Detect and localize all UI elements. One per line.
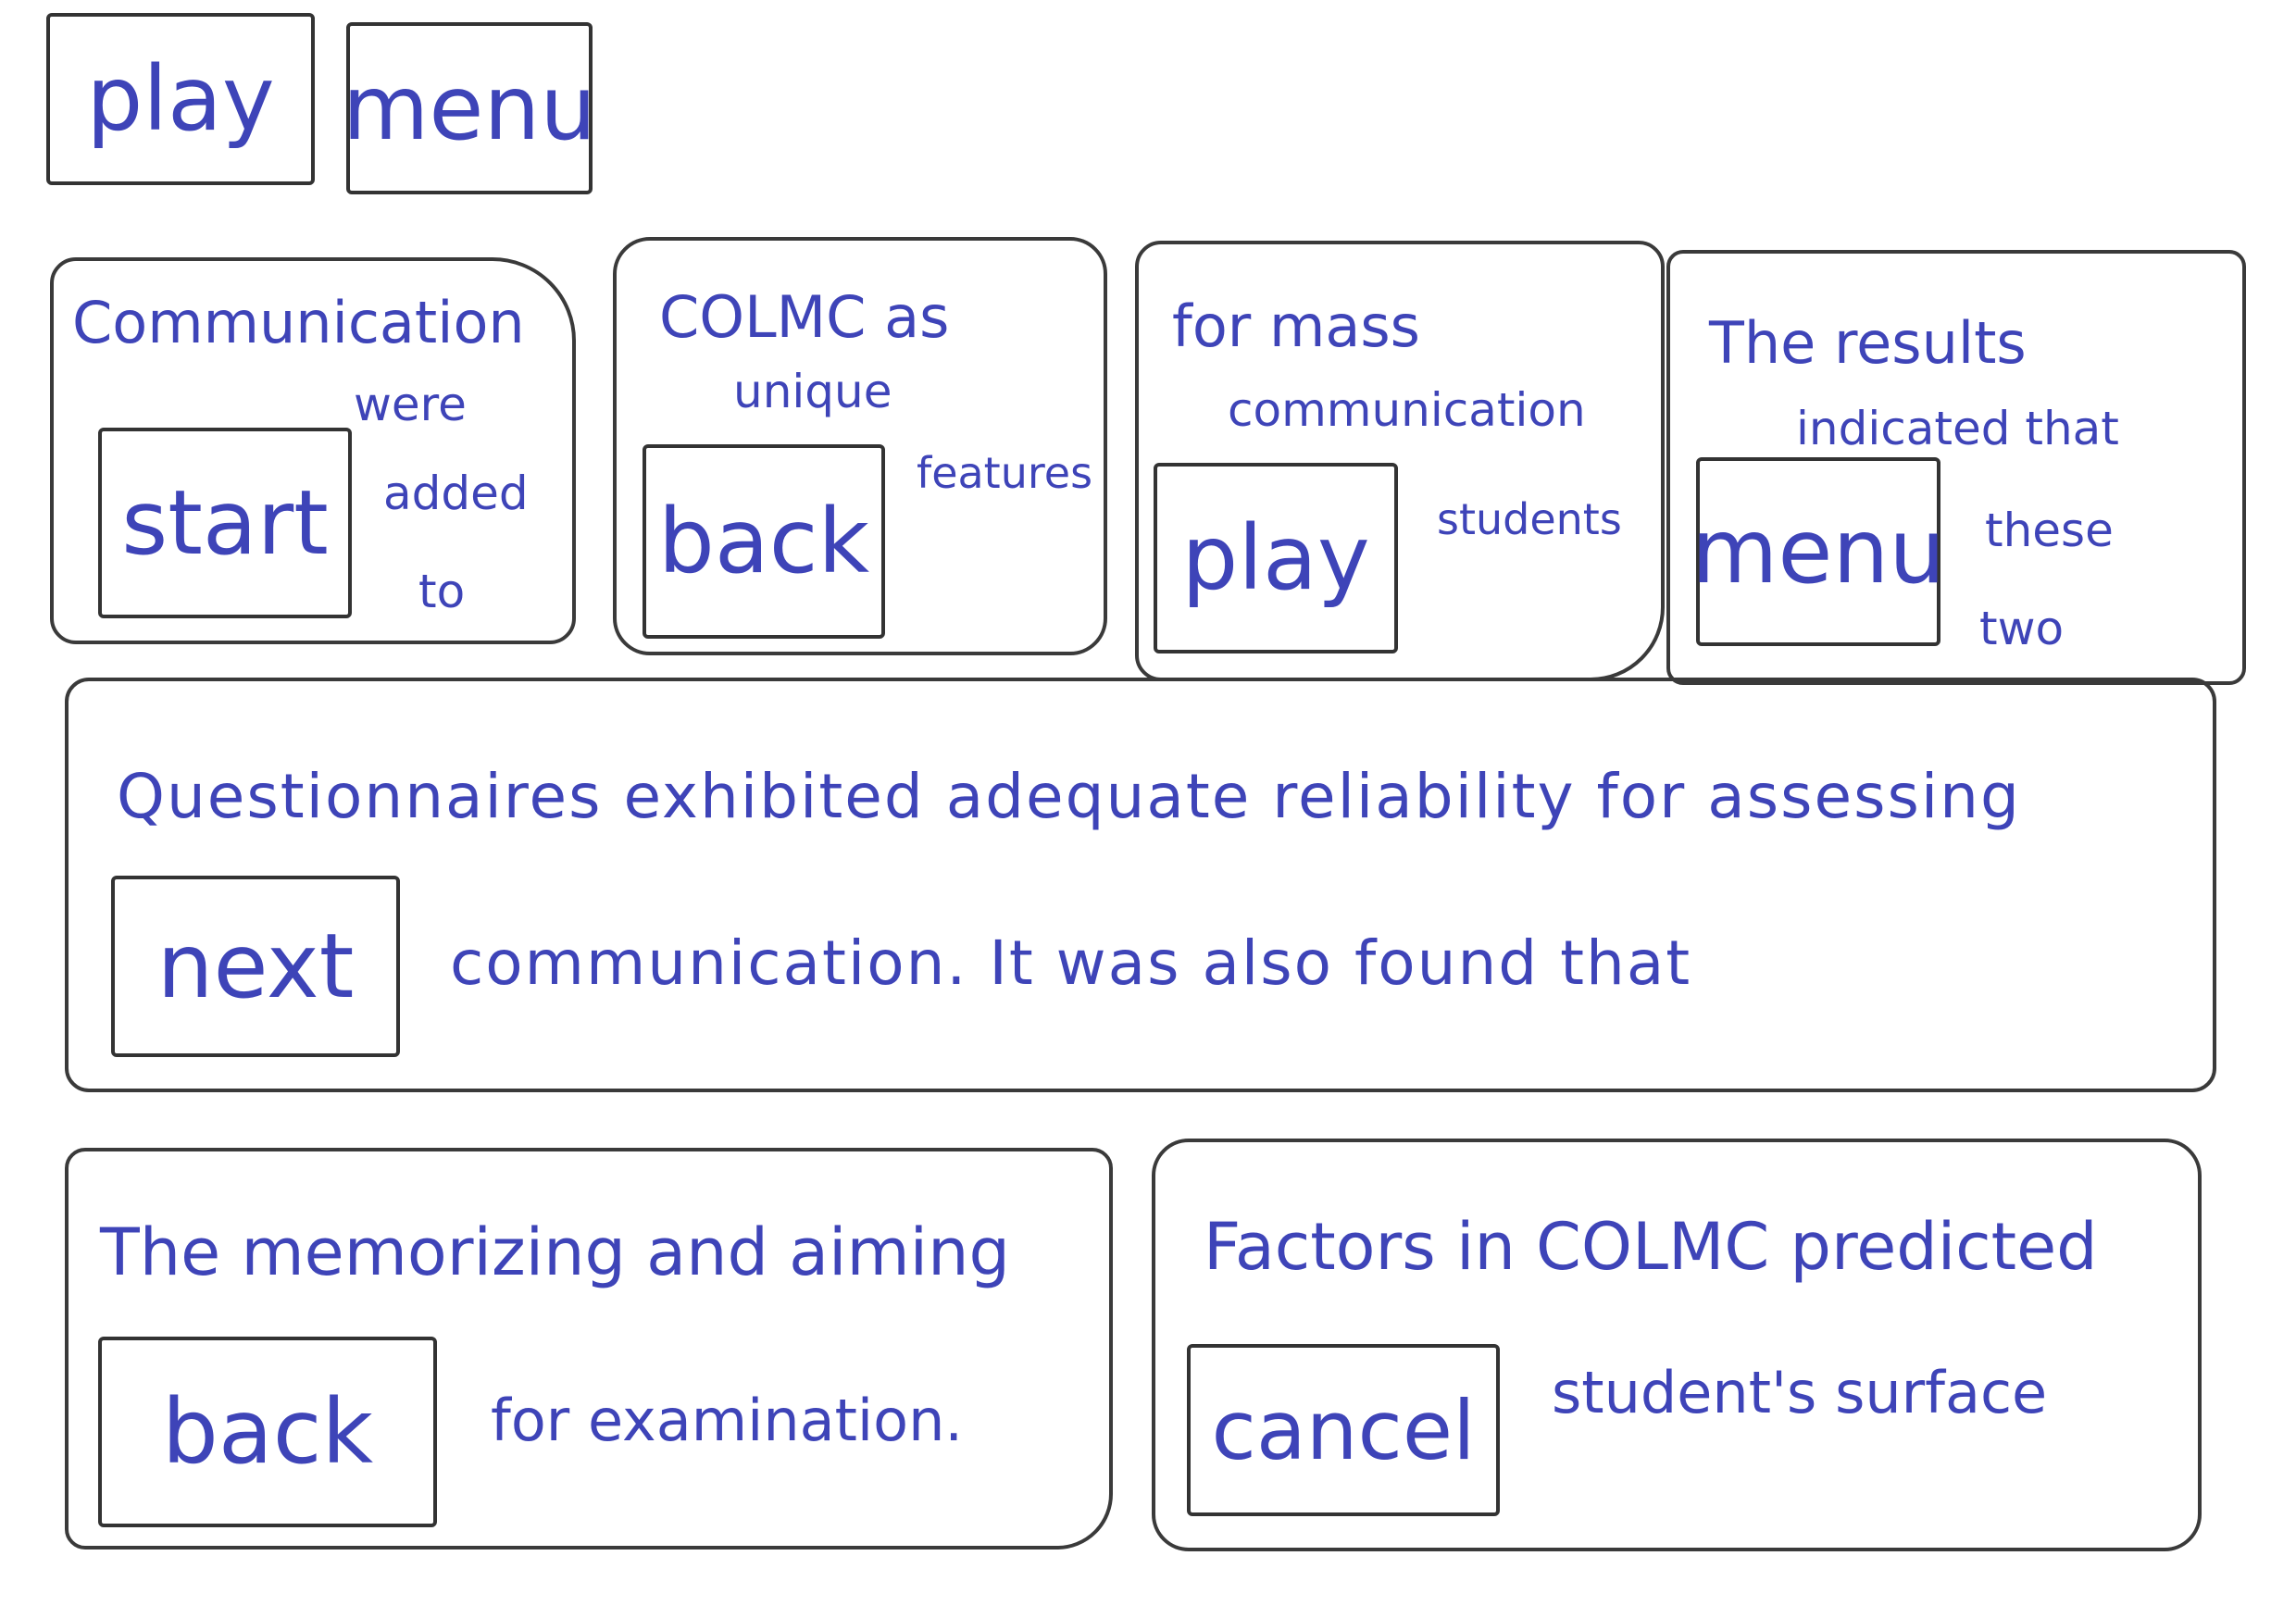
card-mass-communication-title: for mass [1172, 292, 1420, 360]
back-button[interactable]: back [643, 444, 885, 639]
card-colmc-text-unique: unique [733, 365, 892, 418]
cancel-button-label: cancel [1211, 1382, 1476, 1478]
card-results-text-these: these [1985, 504, 2114, 557]
card-communication-text-to: to [418, 565, 466, 618]
card-results-text-two: two [1979, 602, 2065, 655]
menu-card-button[interactable]: menu [1691, 457, 1945, 646]
back-bottom-button-label: back [161, 1380, 374, 1484]
sketch-page: { "toolbar": { "play_label": "play", "me… [0, 0, 2296, 1618]
menu-card-button-label: menu [1691, 500, 1946, 604]
play-button-label: play [86, 47, 275, 151]
wide-panel-line2: communication. It was also found that [450, 927, 1692, 999]
menu-button[interactable]: menu [342, 22, 597, 194]
menu-button-label: menu [342, 56, 597, 160]
card-colmc-text-features: features [917, 448, 1093, 498]
play-card-button[interactable]: play [1154, 463, 1398, 653]
cancel-button[interactable]: cancel [1187, 1344, 1500, 1516]
play-card-button-label: play [1181, 506, 1370, 610]
card-communication-title: Communication [72, 289, 525, 356]
bottom-left-line1: The memorizing and aiming [100, 1214, 1010, 1290]
next-button[interactable]: next [111, 876, 400, 1057]
back-button-label: back [657, 490, 870, 593]
card-communication-text-were: were [354, 378, 467, 431]
bottom-right-line1: Factors in COLMC predicted [1204, 1209, 2098, 1285]
wide-panel-line1: Questionnaires exhibited adequate reliab… [117, 761, 2021, 832]
bottom-right-line2: student's surface [1552, 1359, 2048, 1426]
card-colmc-title: COLMC as [659, 283, 950, 351]
bottom-left-line2: for examination. [491, 1387, 964, 1454]
card-communication-text-added: added [383, 467, 529, 520]
card-mass-communication-text-communication: communication [1228, 383, 1586, 437]
start-button-label: start [121, 471, 329, 575]
card-mass-communication-text-students: students [1437, 494, 1622, 544]
back-bottom-button[interactable]: back [98, 1337, 437, 1527]
next-button-label: next [156, 915, 355, 1018]
card-results-text-indicated: indicated that [1796, 402, 2119, 455]
card-results-title: The results [1709, 309, 2027, 377]
start-button[interactable]: start [98, 428, 352, 618]
play-button[interactable]: play [46, 13, 315, 185]
